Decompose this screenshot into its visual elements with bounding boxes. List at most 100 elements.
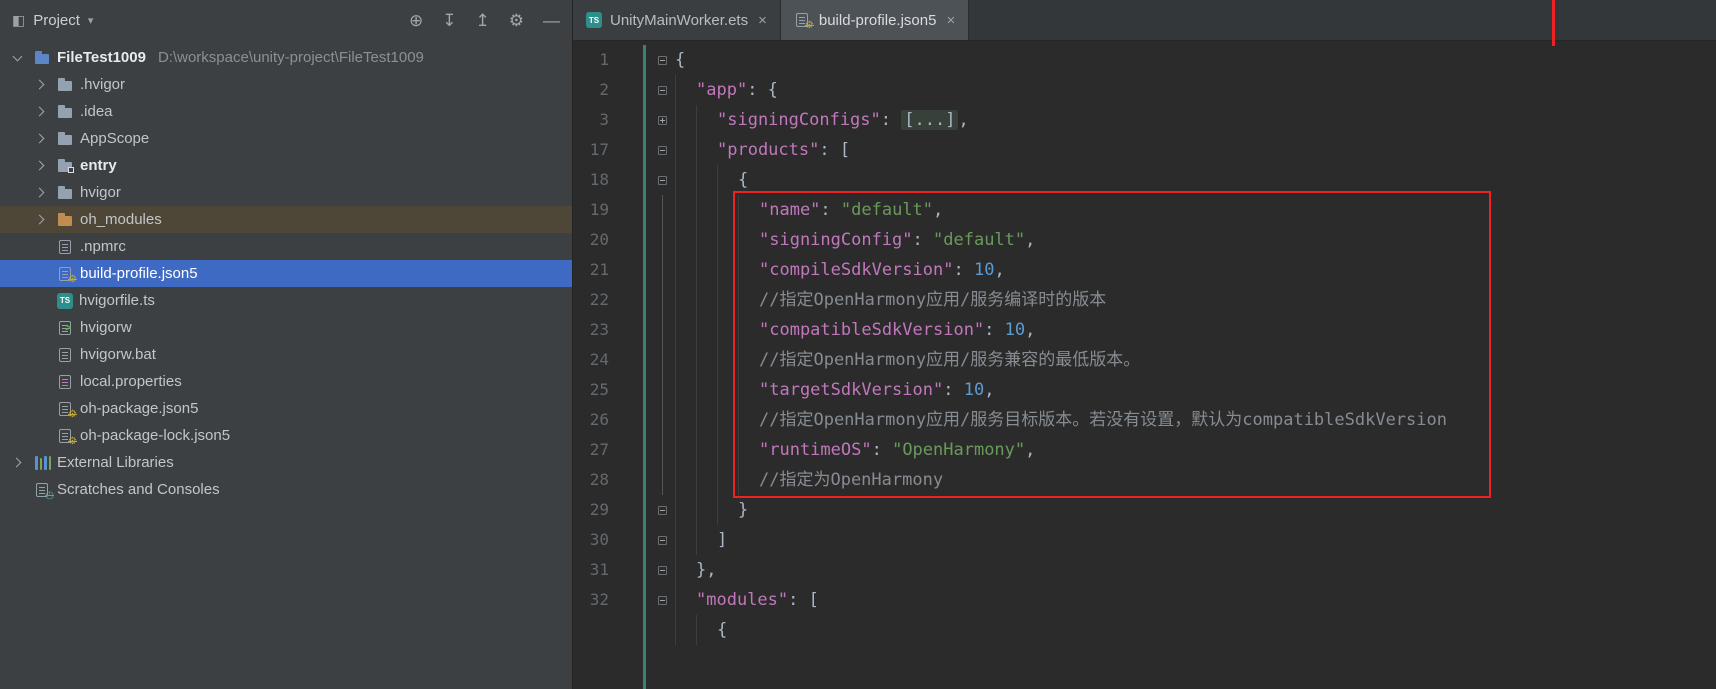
chevron-right-icon[interactable]	[34, 188, 44, 198]
fold-collapse-icon[interactable]	[658, 86, 667, 95]
chevron-right-icon[interactable]	[34, 80, 44, 90]
line-number[interactable]: 18	[573, 165, 609, 195]
line-number[interactable]: 28	[573, 465, 609, 495]
indent-guide	[717, 195, 738, 225]
json-number-value: 10	[974, 260, 994, 280]
tree-item-idea[interactable]: .idea	[0, 98, 572, 125]
indent-guide	[696, 525, 717, 555]
expand-all-icon[interactable]: ↧	[442, 11, 456, 31]
line-number[interactable]: 23	[573, 315, 609, 345]
tree-item-build-profile-json5[interactable]: ⚙build-profile.json5	[0, 260, 572, 287]
chevron-right-icon[interactable]	[34, 215, 44, 225]
chevron-right-icon[interactable]	[34, 161, 44, 171]
line-number[interactable]: 2	[573, 75, 609, 105]
chevron-right-icon[interactable]	[34, 134, 44, 144]
tree-item-label: .idea	[80, 103, 113, 120]
tree-item-entry[interactable]: entry	[0, 152, 572, 179]
properties-file-icon	[57, 374, 74, 390]
fold-collapse-icon[interactable]	[658, 176, 667, 185]
tree-item-filetest1009[interactable]: FileTest1009D:\workspace\unity-project\F…	[0, 44, 572, 71]
line-number[interactable]	[573, 615, 609, 645]
editor-tabbar: TSUnityMainWorker.ets×⚙build-profile.jso…	[573, 0, 1716, 41]
tree-item-hvigorfile-ts[interactable]: TShvigorfile.ts	[0, 287, 572, 314]
tree-item-external-libraries[interactable]: External Libraries	[0, 449, 572, 476]
fold-expand-icon[interactable]	[658, 116, 667, 125]
folder-icon	[57, 131, 74, 147]
line-number[interactable]: 25	[573, 375, 609, 405]
tree-item-hvigor[interactable]: .hvigor	[0, 71, 572, 98]
fold-collapse-icon[interactable]	[658, 566, 667, 575]
tab-build-profile-json5[interactable]: ⚙build-profile.json5×	[781, 0, 969, 40]
fold-guide-line	[662, 195, 663, 225]
tree-item-appscope[interactable]: AppScope	[0, 125, 572, 152]
chevron-down-icon: ▾	[88, 14, 94, 27]
tree-item-label: entry	[80, 157, 117, 174]
line-number[interactable]: 27	[573, 435, 609, 465]
indent-guide	[675, 225, 696, 255]
indent-guide	[717, 435, 738, 465]
tree-item-hvigor[interactable]: hvigor	[0, 179, 572, 206]
line-number[interactable]: 20	[573, 225, 609, 255]
fold-collapse-icon[interactable]	[658, 56, 667, 65]
json-key: "compileSdkVersion"	[759, 260, 953, 280]
tree-item-local-properties[interactable]: local.properties	[0, 368, 572, 395]
code-line: {	[573, 615, 1716, 645]
chevron-right-icon[interactable]	[34, 107, 44, 117]
settings-gear-icon[interactable]: ⚙	[509, 11, 524, 31]
json-key: "app"	[696, 80, 747, 100]
line-number[interactable]: 22	[573, 285, 609, 315]
indent-guide	[738, 285, 759, 315]
json-key: "signingConfig"	[759, 230, 913, 250]
indent-guide	[675, 465, 696, 495]
code-line: 19"name": "default",	[573, 195, 1716, 225]
code-editor[interactable]: 1{2"app": {3"signingConfigs": [...],17"p…	[573, 41, 1716, 689]
locate-file-icon[interactable]: ⊕	[409, 11, 423, 31]
tree-item-oh-modules[interactable]: oh_modules	[0, 206, 572, 233]
indent-guide	[696, 615, 717, 645]
code-line: 32"modules": [	[573, 585, 1716, 615]
line-number[interactable]: 3	[573, 105, 609, 135]
tree-item-hvigorw[interactable]: >hvigorw	[0, 314, 572, 341]
close-tab-icon[interactable]: ×	[758, 12, 767, 29]
line-number[interactable]: 24	[573, 345, 609, 375]
line-number[interactable]: 31	[573, 555, 609, 585]
fold-collapse-icon[interactable]	[658, 596, 667, 605]
tree-item-oh-package-lock-json5[interactable]: ⚙oh-package-lock.json5	[0, 422, 572, 449]
tree-item-label: oh-package.json5	[80, 400, 198, 417]
fold-collapse-icon[interactable]	[658, 506, 667, 515]
tree-item-npmrc[interactable]: .npmrc	[0, 233, 572, 260]
tree-item-hvigorw-bat[interactable]: hvigorw.bat	[0, 341, 572, 368]
comment: //指定OpenHarmony应用/服务兼容的最低版本。	[759, 350, 1140, 370]
modules-folder-icon	[57, 212, 74, 228]
line-number[interactable]: 29	[573, 495, 609, 525]
line-number[interactable]: 26	[573, 405, 609, 435]
fold-collapse-icon[interactable]	[658, 146, 667, 155]
project-tree: FileTest1009D:\workspace\unity-project\F…	[0, 41, 572, 689]
indent-guide	[675, 495, 696, 525]
folded-region[interactable]: [...]	[901, 110, 958, 130]
folder-icon	[57, 104, 74, 120]
line-number[interactable]: 1	[573, 45, 609, 75]
indent-guide	[717, 465, 738, 495]
tab-label: UnityMainWorker.ets	[610, 12, 748, 29]
tree-item-oh-package-json5[interactable]: ⚙oh-package.json5	[0, 395, 572, 422]
line-number[interactable]: 17	[573, 135, 609, 165]
indent-guide	[675, 525, 696, 555]
punctuation: :	[953, 260, 973, 280]
line-number[interactable]: 32	[573, 585, 609, 615]
tree-item-scratches-and-consoles[interactable]: ◷Scratches and Consoles	[0, 476, 572, 503]
chevron-right-icon[interactable]	[11, 458, 21, 468]
json-key: "modules"	[696, 590, 788, 610]
line-number[interactable]: 30	[573, 525, 609, 555]
indent-guide	[696, 255, 717, 285]
collapse-all-icon[interactable]: ↥	[476, 11, 490, 31]
hide-panel-icon[interactable]: —	[543, 11, 560, 31]
tab-unitymainworker-ets[interactable]: TSUnityMainWorker.ets×	[573, 0, 781, 40]
fold-collapse-icon[interactable]	[658, 536, 667, 545]
chevron-down-icon[interactable]	[12, 51, 22, 61]
line-number[interactable]: 19	[573, 195, 609, 225]
close-tab-icon[interactable]: ×	[946, 12, 955, 29]
line-number[interactable]: 21	[573, 255, 609, 285]
project-view-selector[interactable]: ◧ Project ▾	[12, 12, 93, 29]
tree-item-label: hvigorfile.ts	[79, 292, 155, 309]
